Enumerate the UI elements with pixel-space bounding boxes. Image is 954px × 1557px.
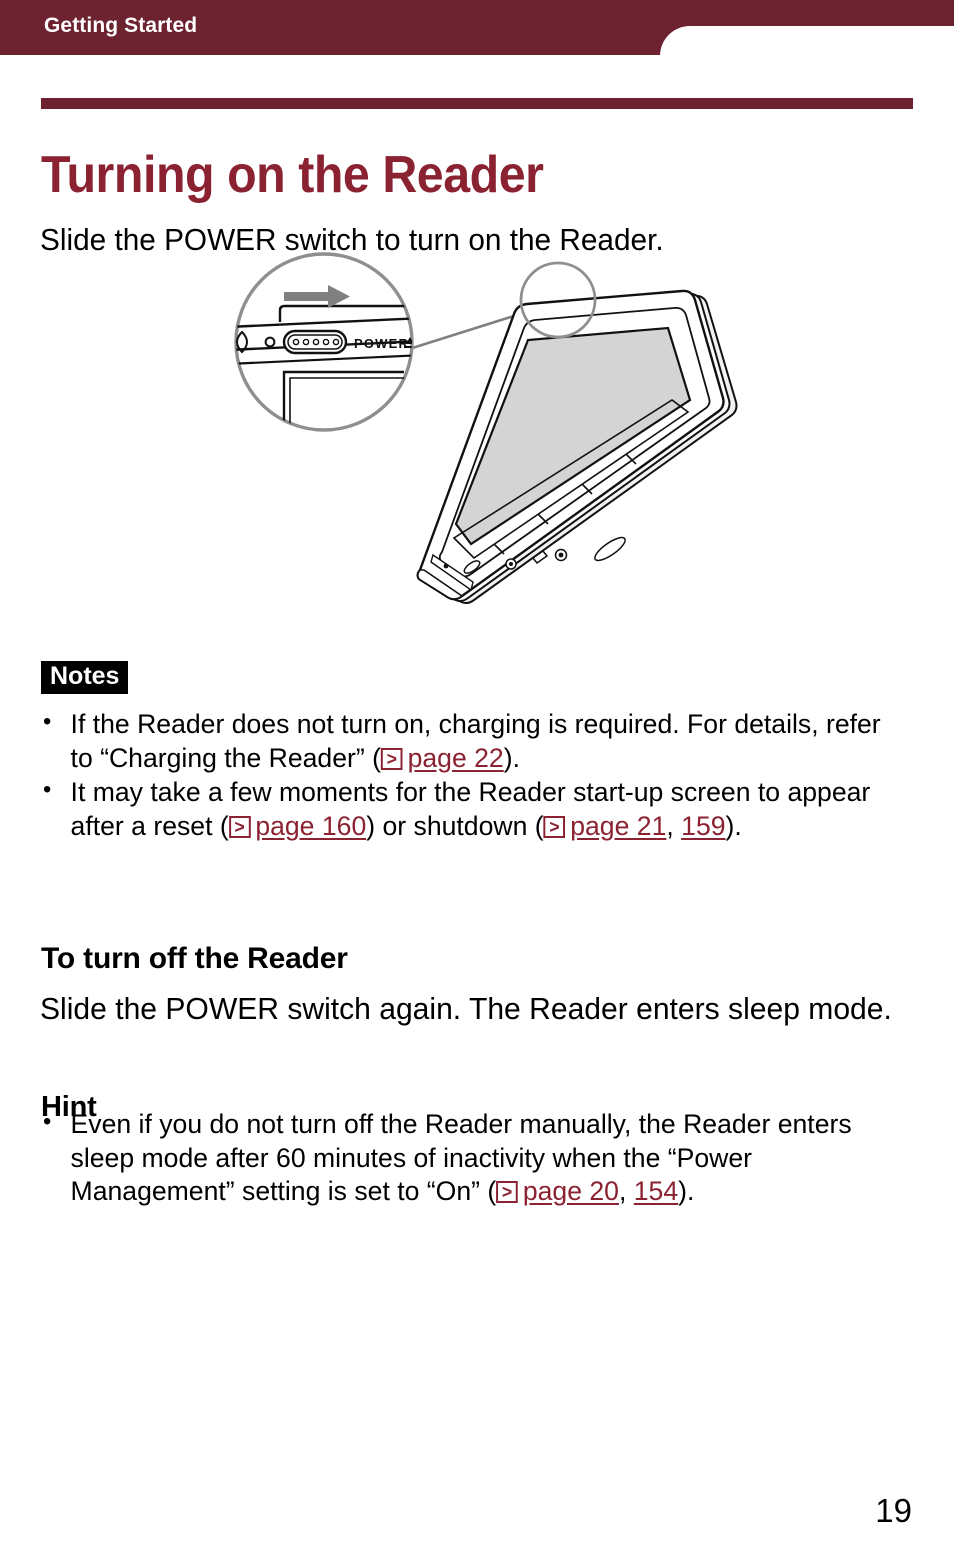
hint-1-text-a: Even if you do not turn off the Reader m…	[70, 1109, 852, 1207]
notes-list: If the Reader does not turn on, charging…	[41, 706, 921, 844]
hint-1-text-c: ).	[678, 1176, 695, 1207]
note-2-text-d: ).	[725, 810, 742, 841]
power-switch-icon	[282, 329, 348, 355]
note-item-2: It may take a few moments for the Reader…	[41, 774, 908, 843]
note-1-text-b: ).	[503, 742, 520, 773]
note-2-page-link-a[interactable]: page 160	[255, 811, 366, 841]
turn-off-body: Slide the POWER switch again. The Reader…	[40, 991, 892, 1026]
pageref-icon	[543, 815, 566, 838]
running-header-title: Getting Started	[44, 14, 198, 37]
page-number: 19	[875, 1492, 912, 1529]
note-2-text-c: ,	[666, 810, 682, 841]
pageref-icon	[380, 747, 403, 770]
header-tab-curve	[660, 26, 954, 66]
pageref-icon	[228, 815, 251, 838]
note-2-page-link-b[interactable]: page 21	[570, 811, 666, 841]
hint-1-text-b: ,	[618, 1176, 634, 1207]
reader-device-illustration: POWER	[228, 252, 738, 622]
hint-list: Even if you do not turn off the Reader m…	[41, 1106, 921, 1210]
notes-label: Notes	[41, 661, 129, 694]
note-1-page-link[interactable]: page 22	[408, 743, 504, 773]
note-2-text-b: ) or shutdown (	[366, 810, 544, 841]
pageref-icon	[496, 1181, 518, 1204]
running-header: Getting Started	[0, 0, 954, 66]
power-label: POWER	[354, 336, 409, 351]
title-divider-rule	[41, 98, 913, 109]
power-switch-detail: POWER	[234, 252, 414, 432]
hint-item-1: Even if you do not turn off the Reader m…	[41, 1106, 908, 1209]
note-item-1: If the Reader does not turn on, charging…	[41, 706, 908, 775]
page-title: Turning on the Reader	[41, 145, 544, 204]
note-2-page-link-c[interactable]: 159	[681, 811, 725, 841]
hint-1-page-link-b[interactable]: 154	[634, 1176, 678, 1206]
turn-off-heading: To turn off the Reader	[41, 941, 348, 975]
hint-1-page-link-a[interactable]: page 20	[523, 1176, 619, 1206]
